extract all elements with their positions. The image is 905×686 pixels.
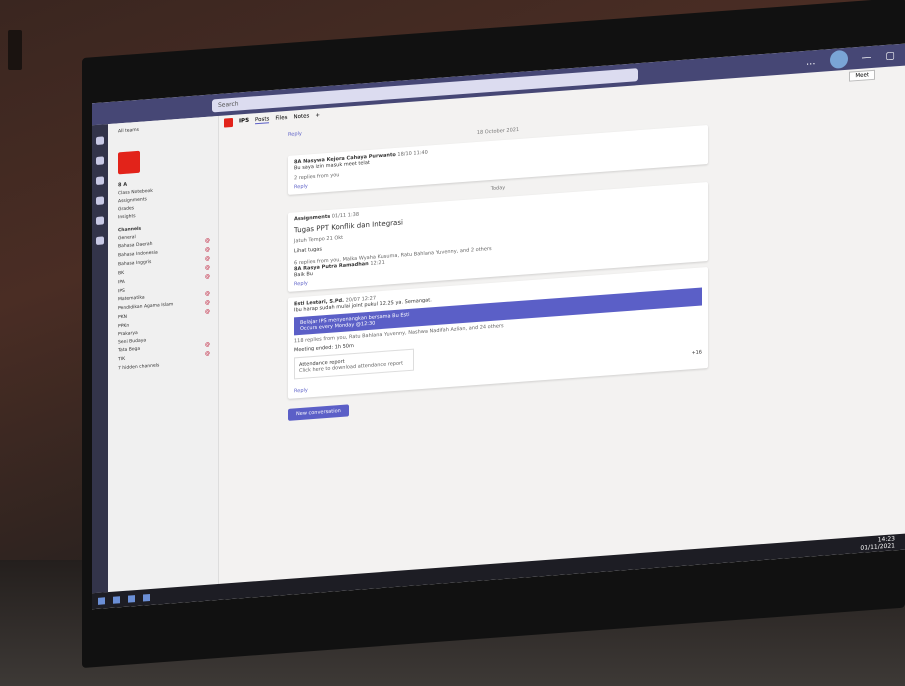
tab-notes[interactable]: Notes <box>294 113 310 120</box>
tab-posts[interactable]: Posts <box>255 115 270 124</box>
channel-tile <box>224 117 233 128</box>
activity-icon[interactable] <box>96 136 104 145</box>
post-time: 01/11 1:38 <box>331 211 360 220</box>
mention-badge: @ <box>205 255 210 262</box>
tab-files[interactable]: Files <box>275 115 287 122</box>
wall-fixture <box>8 30 22 70</box>
mention-badge: @ <box>205 308 210 315</box>
files-icon[interactable] <box>96 236 104 245</box>
calls-icon[interactable] <box>96 216 104 225</box>
mention-badge: @ <box>205 290 210 297</box>
channel-label: IPA <box>118 279 125 286</box>
monitor: Search ... — ▢ All teams 8 A Class Noteb… <box>82 0 905 668</box>
mention-badge: @ <box>205 273 210 280</box>
profile-avatar[interactable] <box>829 49 848 70</box>
channel-label: General <box>118 235 136 242</box>
mention-badge: @ <box>205 264 210 271</box>
new-conversation-button[interactable]: New conversation <box>288 404 349 421</box>
mention-badge: @ <box>205 350 210 357</box>
channel-label: Prakarya <box>118 330 138 338</box>
channel-label: PPKn <box>118 323 130 330</box>
restore-button[interactable]: ▢ <box>886 50 895 62</box>
reply-time: 12:21 <box>370 259 385 267</box>
mention-badge: @ <box>205 237 210 244</box>
channel-title: IPS <box>239 117 250 125</box>
chat-icon[interactable] <box>96 156 104 165</box>
word-icon[interactable] <box>128 594 135 603</box>
assignments-icon[interactable] <box>96 196 104 205</box>
more-options-icon[interactable]: ... <box>806 56 816 68</box>
channel-label: Tata Boga <box>118 346 141 354</box>
channel-label: PKN <box>118 314 128 321</box>
teams-icon[interactable] <box>96 176 104 185</box>
channel-label: IPS <box>118 288 125 295</box>
channel-label: Matematika <box>118 295 145 303</box>
mention-badge: @ <box>205 341 210 348</box>
teams-taskbar-icon[interactable] <box>143 593 150 602</box>
meet-button[interactable]: Meet <box>849 69 875 82</box>
post-author: Assignments <box>294 213 331 223</box>
add-tab-button[interactable]: + <box>315 113 320 119</box>
channel-label: Bahasa Inggris <box>118 259 152 268</box>
channel-label: Bahasa Daerah <box>118 241 153 250</box>
minimize-button[interactable]: — <box>862 52 872 64</box>
channel-label: 7 hidden channels <box>118 363 160 372</box>
channel-label: TIK <box>118 356 126 363</box>
app-rail <box>92 124 108 594</box>
channel-label: Bahasa Indonesia <box>118 250 158 259</box>
channel-label: Seni Budaya <box>118 338 147 346</box>
channel-list: All teams 8 A Class Notebook Assignments… <box>108 115 219 593</box>
team-tile <box>118 150 140 175</box>
explorer-icon[interactable] <box>113 595 120 604</box>
taskbar-clock: 14:23 01/11/2021 <box>860 535 895 552</box>
posts-feed: Reply 18 October 2021 8A Nasywa Kejora C… <box>288 98 708 579</box>
start-icon[interactable] <box>98 596 105 605</box>
teams-window: Search ... — ▢ All teams 8 A Class Noteb… <box>92 43 905 610</box>
mention-badge: @ <box>205 246 210 253</box>
mention-badge: @ <box>205 299 210 306</box>
all-teams-link[interactable]: All teams <box>118 122 218 135</box>
channel-label: BK <box>118 270 125 277</box>
